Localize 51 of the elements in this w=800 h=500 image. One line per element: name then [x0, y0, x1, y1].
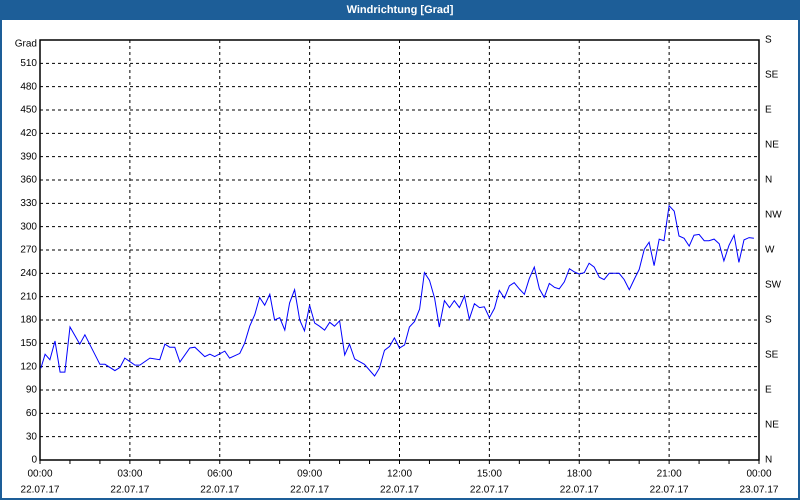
x-tick-label: 03:00: [117, 468, 142, 480]
x-tick-date: 22.07.17: [380, 484, 419, 496]
y-tick-label: 60: [26, 408, 37, 419]
x-tick-label: 09:00: [297, 468, 322, 480]
compass-label: E: [765, 104, 772, 116]
compass-label: NW: [765, 210, 782, 221]
y-tick-label: 30: [26, 431, 37, 442]
x-tick-date: 23.07.17: [740, 484, 778, 496]
y-tick-label: 360: [20, 174, 37, 186]
y-tick-label: 390: [20, 151, 37, 162]
compass-label: NE: [765, 140, 779, 151]
y-tick-label: 180: [20, 314, 37, 326]
x-tick-date: 22.07.17: [470, 484, 509, 496]
compass-label: NE: [765, 420, 779, 431]
x-tick-date: 22.07.17: [560, 484, 599, 496]
y-tick-label: 270: [20, 244, 37, 256]
window-title: Windrichtung [Grad]: [2, 0, 798, 20]
x-tick-date: 22.07.17: [20, 484, 60, 496]
x-tick-label: 12:00: [386, 468, 412, 480]
y-tick-label: 150: [20, 338, 37, 349]
compass-label: SE: [765, 350, 778, 361]
compass-label: S: [765, 314, 772, 326]
x-tick-date: 22.07.17: [290, 484, 330, 496]
y-axis-label: Grad: [14, 38, 37, 50]
y-tick-label: 420: [20, 128, 37, 139]
x-tick-label: 15:00: [476, 468, 502, 480]
compass-label: SW: [765, 280, 782, 291]
compass-label: N: [765, 174, 772, 186]
compass-label: W: [765, 244, 774, 256]
x-tick-label: 18:00: [566, 468, 592, 480]
y-tick-label: 510: [20, 58, 37, 69]
y-tick-label: 210: [20, 291, 37, 302]
y-tick-label: 330: [20, 198, 37, 209]
compass-label: N: [765, 454, 772, 466]
y-tick-label: 450: [20, 104, 37, 116]
y-tick-label: 90: [26, 384, 37, 396]
x-tick-date: 22.07.17: [200, 484, 240, 496]
compass-label: S: [765, 34, 772, 46]
x-tick-label: 21:00: [656, 468, 682, 480]
x-tick-label: 06:00: [207, 468, 232, 480]
y-tick-label: 480: [20, 81, 37, 92]
y-tick-label: 0: [31, 454, 37, 466]
x-tick-date: 22.07.17: [650, 484, 689, 496]
y-tick-label: 240: [20, 268, 37, 279]
x-tick-label: 00:00: [27, 468, 53, 480]
compass-label: SE: [765, 70, 778, 81]
y-tick-label: 300: [20, 221, 37, 232]
compass-label: E: [765, 384, 772, 396]
y-tick-label: 120: [20, 361, 37, 372]
x-tick-date: 22.07.17: [110, 484, 150, 496]
x-tick-label: 00:00: [746, 468, 772, 480]
